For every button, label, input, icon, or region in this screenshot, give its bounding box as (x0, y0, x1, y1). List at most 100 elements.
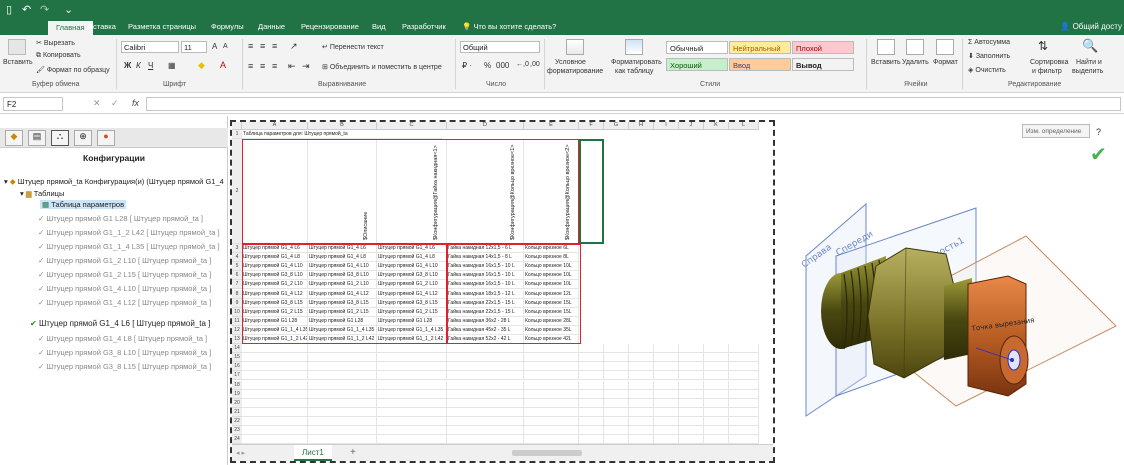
thousands-icon[interactable]: 000 (496, 61, 509, 70)
column-header[interactable]: B (308, 122, 377, 130)
empty-cell[interactable] (629, 426, 654, 435)
row-header[interactable]: 2 (232, 139, 242, 244)
empty-cell[interactable] (729, 371, 759, 381)
display-manager-icon[interactable]: ● (97, 130, 115, 146)
empty-cell[interactable] (604, 371, 629, 381)
tree-config-item[interactable]: ✓ Штуцер прямой G3_8 L15 [ Штуцер прямой… (38, 362, 211, 371)
empty-cell[interactable] (308, 380, 377, 390)
row-header[interactable]: 21 (232, 407, 242, 417)
row-header[interactable]: 11 (232, 316, 242, 326)
empty-cell[interactable] (679, 426, 704, 435)
fill-color-icon[interactable]: ◆ (198, 60, 205, 71)
empty-cell[interactable] (242, 416, 308, 426)
empty-cell[interactable] (447, 398, 524, 408)
style-normal[interactable]: Обычный (666, 41, 728, 54)
empty-cell[interactable] (308, 344, 377, 354)
empty-cell[interactable] (629, 344, 654, 354)
row-header[interactable]: 13 (232, 335, 242, 345)
empty-cell[interactable] (377, 353, 447, 363)
insert-cells-button[interactable]: Вставить (871, 59, 901, 66)
empty-cell[interactable] (524, 344, 579, 354)
row-header[interactable]: 3 (232, 244, 242, 254)
row-header[interactable]: 9 (232, 298, 242, 308)
conditional-formatting-button[interactable]: Условное (555, 59, 586, 66)
empty-cell[interactable] (524, 407, 579, 417)
tree-config-item[interactable]: ✓ Штуцер прямой G1_1_4 L35 [ Штуцер прям… (38, 242, 220, 251)
number-format-select[interactable]: Общий (460, 41, 540, 53)
empty-cell[interactable] (447, 407, 524, 417)
name-box[interactable]: F2 (3, 97, 63, 111)
empty-cell[interactable] (308, 371, 377, 381)
column-header[interactable]: D (447, 122, 524, 130)
property-manager-icon[interactable]: ▤ (28, 130, 46, 146)
font-color-icon[interactable]: A (220, 60, 226, 70)
empty-cell[interactable] (308, 435, 377, 445)
empty-cell[interactable] (524, 371, 579, 381)
align-center-icon[interactable]: ≡ (260, 61, 265, 71)
tree-config-item[interactable]: ✓ Штуцер прямой G1_2 L15 [ Штуцер прямой… (38, 270, 211, 279)
empty-cell[interactable] (524, 435, 579, 445)
sort-filter-button[interactable]: Сортировка (1030, 59, 1068, 66)
empty-cell[interactable] (654, 389, 679, 399)
column-header[interactable]: F (579, 122, 604, 130)
tree-param-table[interactable]: ▦ Таблица параметров (40, 200, 127, 209)
empty-cell[interactable] (524, 380, 579, 390)
empty-cell[interactable] (308, 426, 377, 435)
row-header[interactable]: 6 (232, 271, 242, 281)
outdent-icon[interactable]: ⇥ (302, 61, 310, 72)
empty-cell[interactable] (729, 435, 759, 445)
empty-cell[interactable] (579, 380, 604, 390)
tree-config-item[interactable]: ✓ Штуцер прямой G1_4 L10 [ Штуцер прямой… (38, 284, 211, 293)
percent-icon[interactable]: % (484, 61, 491, 70)
customize-quick-access-icon[interactable]: ⌄ (64, 3, 73, 16)
align-right-icon[interactable]: ≡ (272, 61, 277, 71)
tree-tables-folder[interactable]: ▾ ▆ Таблицы (20, 189, 64, 198)
empty-cell[interactable] (604, 435, 629, 445)
empty-cell[interactable] (308, 362, 377, 372)
conditional-formatting-icon[interactable] (566, 39, 584, 55)
empty-cell[interactable] (579, 344, 604, 354)
empty-cell[interactable] (579, 435, 604, 445)
empty-cell[interactable] (604, 407, 629, 417)
empty-cell[interactable] (679, 407, 704, 417)
empty-cell[interactable] (704, 435, 729, 445)
empty-cell[interactable] (242, 435, 308, 445)
title-cell[interactable]: Таблица параметров для: Штуцер прямой_ta (242, 130, 442, 139)
cut-button[interactable]: ✂ Вырезать (36, 39, 75, 47)
empty-cell[interactable] (447, 353, 524, 363)
cancel-icon[interactable]: ✕ (93, 98, 101, 109)
align-middle-icon[interactable]: ≡ (260, 41, 265, 51)
empty-cell[interactable] (242, 398, 308, 408)
format-painter-button[interactable]: 🖌 Формат по образцу (36, 66, 110, 74)
format-as-table-button[interactable]: Форматировать (611, 59, 662, 66)
empty-cell[interactable] (629, 380, 654, 390)
font-name-select[interactable]: Calibri (121, 41, 179, 53)
column-header[interactable]: C (377, 122, 447, 130)
empty-cell[interactable] (377, 407, 447, 417)
empty-cell[interactable] (377, 344, 447, 354)
empty-cell[interactable] (729, 389, 759, 399)
find-select-button[interactable]: Найти и (1076, 59, 1102, 66)
row-header[interactable]: 18 (232, 380, 242, 390)
indent-icon[interactable]: ⇤ (288, 61, 296, 72)
empty-cell[interactable] (729, 407, 759, 417)
font-size-select[interactable]: 11 (181, 41, 207, 53)
empty-cell[interactable] (377, 416, 447, 426)
empty-cell[interactable] (447, 380, 524, 390)
empty-cell[interactable] (679, 353, 704, 363)
empty-cell[interactable] (579, 407, 604, 417)
empty-cell[interactable] (679, 389, 704, 399)
empty-cell[interactable] (604, 362, 629, 372)
column-header[interactable]: I (654, 122, 679, 130)
column-header[interactable]: L (729, 122, 759, 130)
row-header[interactable]: 20 (232, 398, 242, 408)
row-header[interactable]: 10 (232, 307, 242, 317)
empty-cell[interactable] (308, 416, 377, 426)
select-all-corner[interactable] (232, 122, 242, 130)
empty-cell[interactable] (579, 371, 604, 381)
empty-cell[interactable] (704, 380, 729, 390)
tree-config-item[interactable]: ✓ Штуцер прямой G1_1_2 L42 [ Штуцер прям… (38, 228, 220, 237)
empty-cell[interactable] (579, 362, 604, 372)
tree-config-active[interactable]: ✔ Штуцер прямой G1_4 L6 [ Штуцер прямой_… (30, 319, 210, 328)
tab-formulas[interactable]: Формулы (211, 22, 244, 31)
